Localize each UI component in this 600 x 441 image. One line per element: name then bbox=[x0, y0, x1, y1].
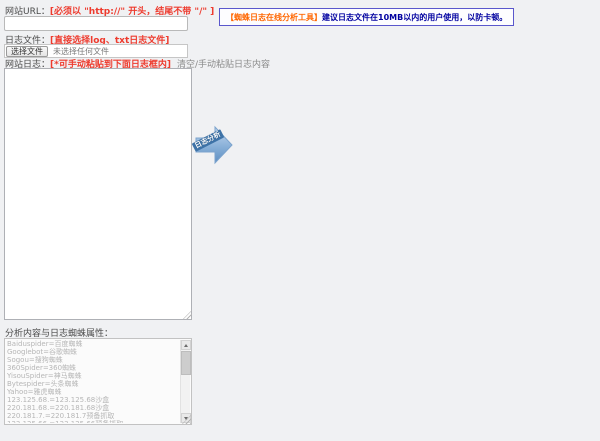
file-input[interactable]: 选择文件 未选择任何文件 bbox=[4, 44, 188, 58]
choose-file-button[interactable]: 选择文件 bbox=[6, 46, 48, 57]
scrollbar-thumb[interactable] bbox=[181, 351, 191, 375]
scroll-up-button[interactable] bbox=[181, 340, 191, 350]
notice-title: 【蜘蛛日志在线分析工具】 bbox=[226, 12, 322, 23]
spider-properties-text: Baiduspider=百度蜘蛛 Googlebot=谷歌蜘蛛 Sogou=搜狗… bbox=[7, 340, 178, 423]
log-paste-textarea[interactable] bbox=[4, 68, 192, 320]
notice-box: 【蜘蛛日志在线分析工具】建议日志文件在10MB以内的用户使用，以防卡顿。 bbox=[219, 8, 514, 26]
analyze-button[interactable]: 日志分析 bbox=[195, 123, 235, 169]
spider-scrollbar[interactable] bbox=[180, 340, 190, 423]
spider-properties-box[interactable]: Baiduspider=百度蜘蛛 Googlebot=谷歌蜘蛛 Sogou=搜狗… bbox=[4, 338, 192, 425]
url-input[interactable] bbox=[4, 16, 188, 31]
arrow-up-icon bbox=[184, 344, 188, 347]
notice-body: 建议日志文件在10MB以内的用户使用，以防卡顿。 bbox=[322, 12, 507, 23]
file-status-text: 未选择任何文件 bbox=[53, 46, 109, 57]
log-analyzer-page: 网站URL：[必须以 "http://" 开头，结尾不带 "/" ] 日志文件：… bbox=[0, 0, 600, 441]
